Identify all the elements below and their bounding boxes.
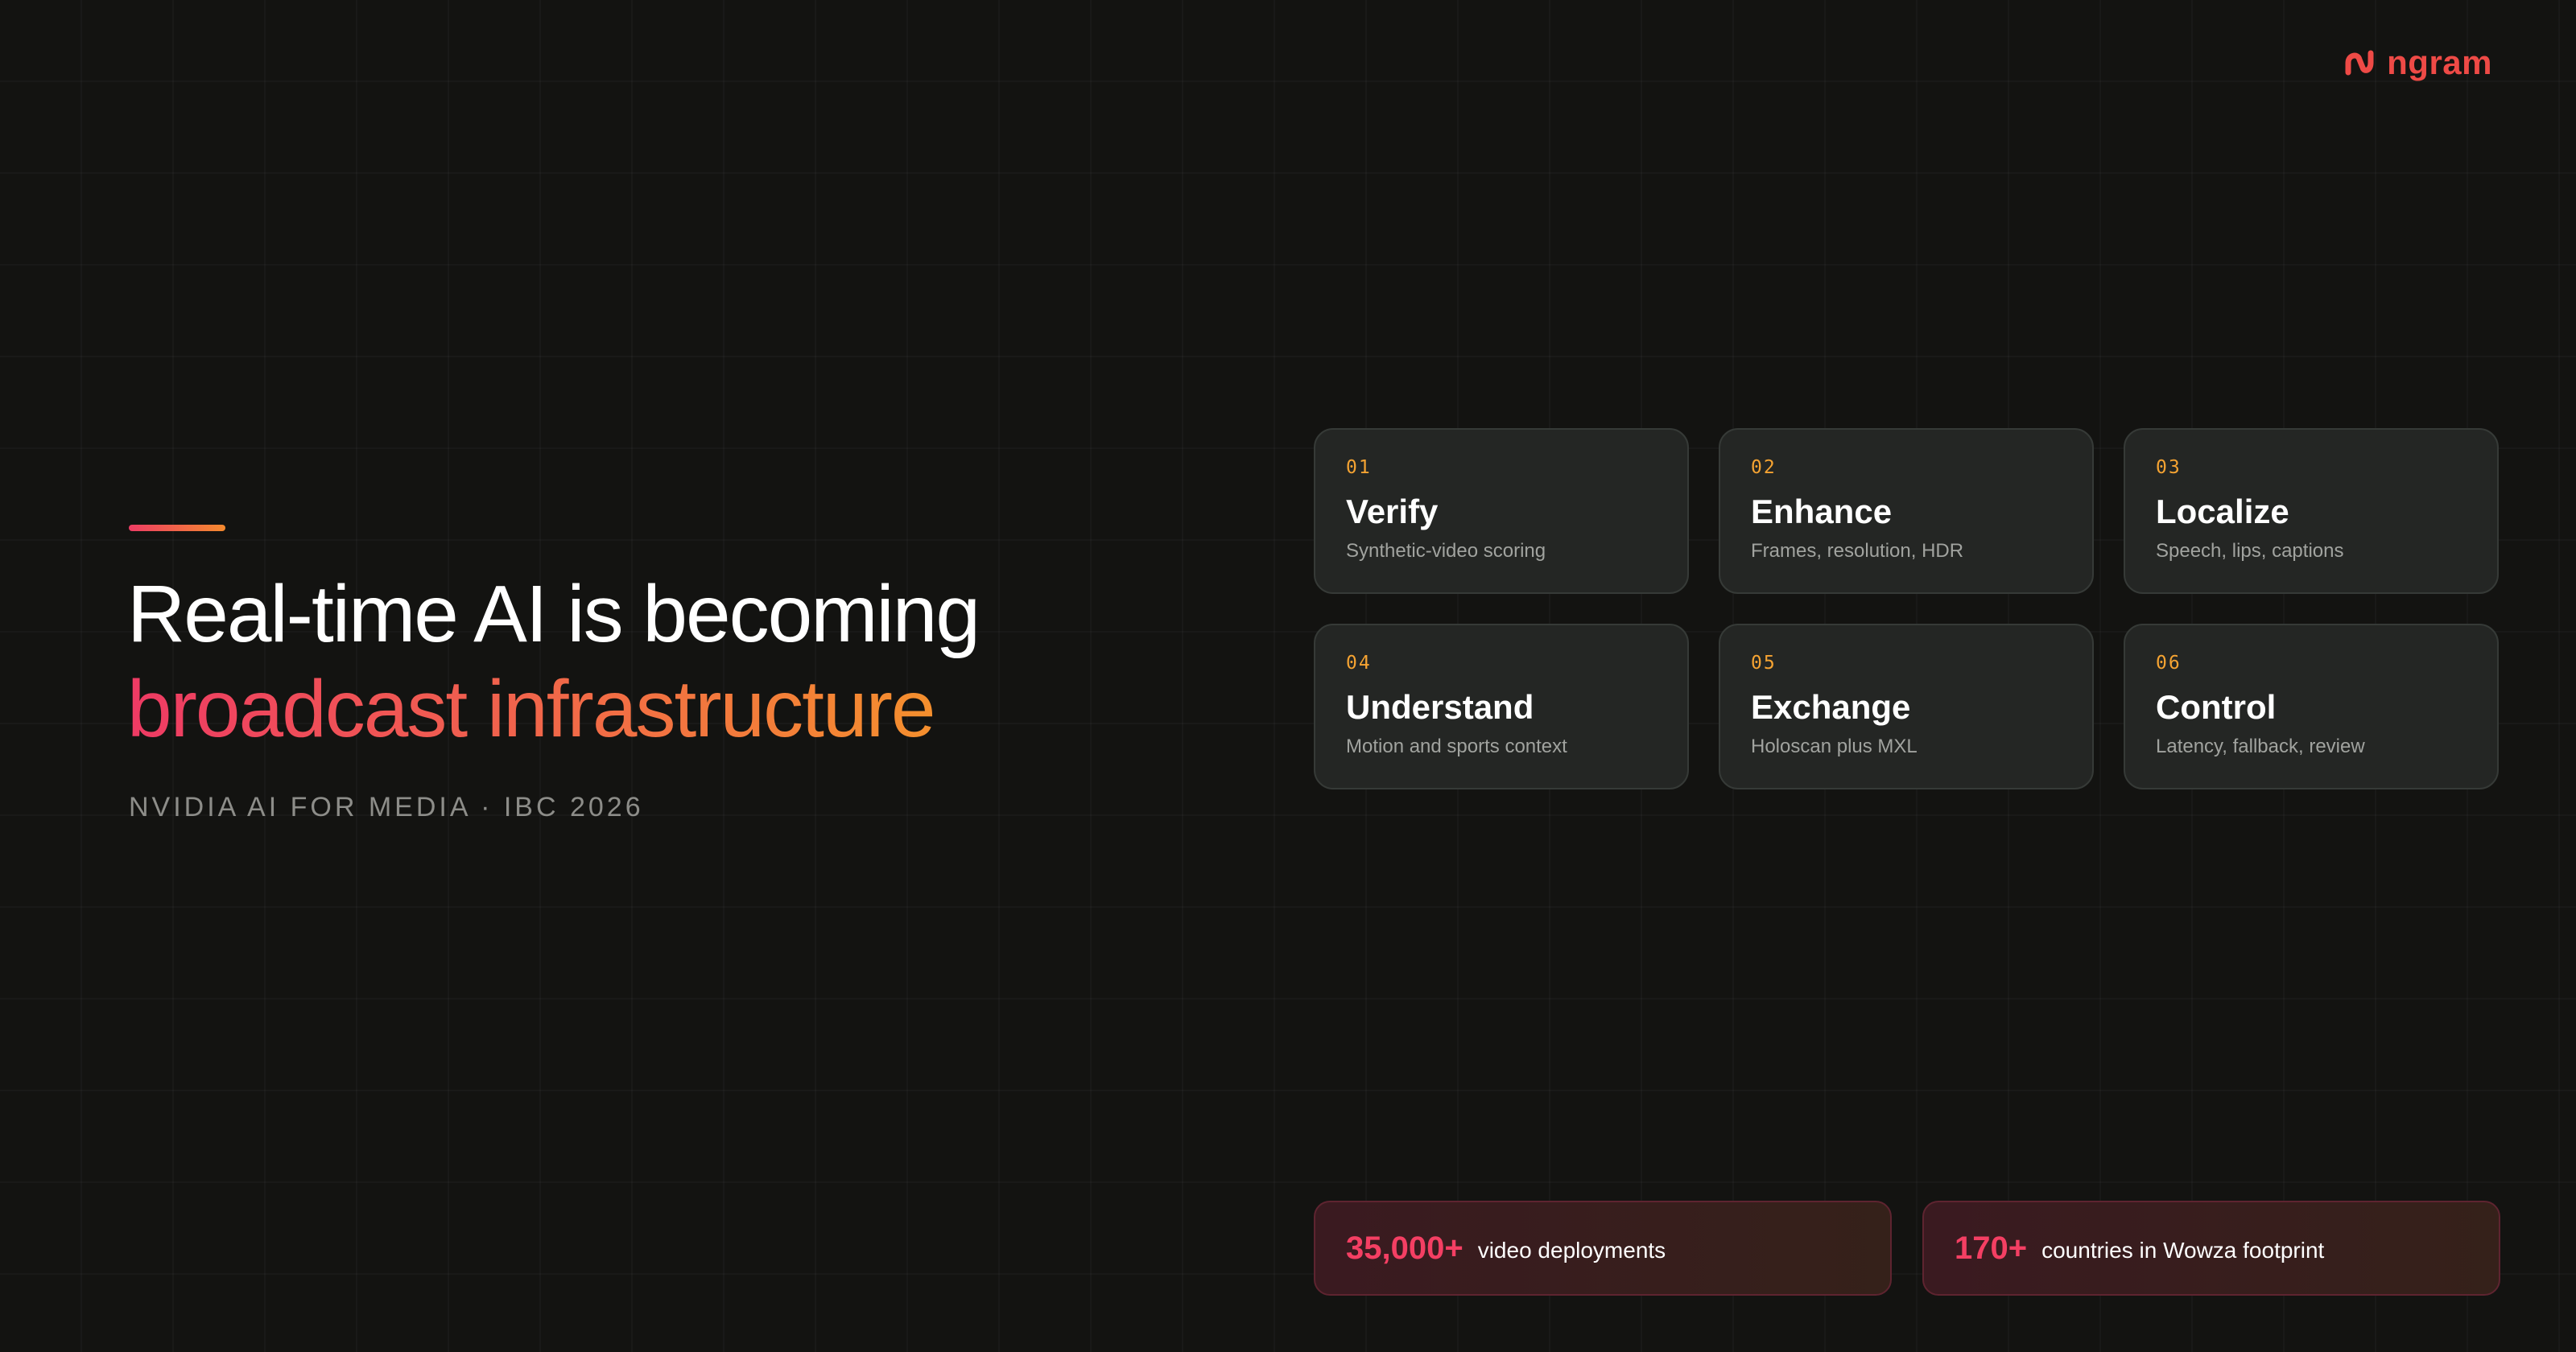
card-title: Control	[2156, 688, 2277, 726]
card-number: 06	[2156, 653, 2182, 674]
stat-label: countries in Wowza footprint	[2041, 1238, 2325, 1263]
headline-line-2: broadcast infrastructure	[127, 662, 979, 756]
card-control: 06 Control Latency, fallback, review	[2124, 624, 2499, 789]
card-understand: 04 Understand Motion and sports context	[1314, 624, 1689, 789]
stats-row: 35,000+ video deployments 170+ countries…	[1314, 1201, 2500, 1296]
card-title: Exchange	[1751, 688, 1911, 726]
card-number: 01	[1346, 457, 1372, 478]
card-localize: 03 Localize Speech, lips, captions	[2124, 428, 2499, 594]
card-subtitle: Speech, lips, captions	[2156, 540, 2344, 562]
card-subtitle: Motion and sports context	[1346, 736, 1567, 757]
card-title: Understand	[1346, 688, 1534, 726]
card-number: 03	[2156, 457, 2182, 478]
brand-logo: ngram	[2342, 45, 2492, 80]
stat-value: 170+	[1955, 1230, 2028, 1266]
card-enhance: 02 Enhance Frames, resolution, HDR	[1719, 428, 2094, 594]
card-number: 02	[1751, 457, 1777, 478]
headline-accent-bar	[129, 525, 225, 531]
hero-headline: Real-time AI is becoming broadcast infra…	[127, 567, 980, 756]
stat-value: 35,000+	[1346, 1230, 1463, 1266]
card-number: 04	[1346, 653, 1372, 674]
headline-line-1: Real-time AI is becoming	[127, 569, 980, 659]
capability-cards-grid: 01 Verify Synthetic-video scoring 02 Enh…	[1314, 428, 2499, 789]
card-number: 05	[1751, 653, 1777, 674]
card-subtitle: Holoscan plus MXL	[1751, 736, 1918, 757]
card-title: Verify	[1346, 493, 1439, 530]
card-title: Localize	[2156, 493, 2289, 530]
stat-label: video deployments	[1477, 1238, 1666, 1263]
stat-video-deployments: 35,000+ video deployments	[1314, 1201, 1892, 1296]
card-subtitle: Frames, resolution, HDR	[1751, 540, 1964, 562]
brand-name: ngram	[2387, 43, 2492, 81]
card-subtitle: Synthetic-video scoring	[1346, 540, 1546, 562]
stat-countries: 170+ countries in Wowza footprint	[1922, 1201, 2500, 1296]
card-verify: 01 Verify Synthetic-video scoring	[1314, 428, 1689, 594]
card-title: Enhance	[1751, 493, 1893, 530]
event-caption: NVIDIA AI FOR MEDIA · IBC 2026	[129, 792, 644, 822]
card-exchange: 05 Exchange Holoscan plus MXL	[1719, 624, 2094, 789]
ngram-logo-icon	[2345, 50, 2374, 76]
card-subtitle: Latency, fallback, review	[2156, 736, 2365, 757]
